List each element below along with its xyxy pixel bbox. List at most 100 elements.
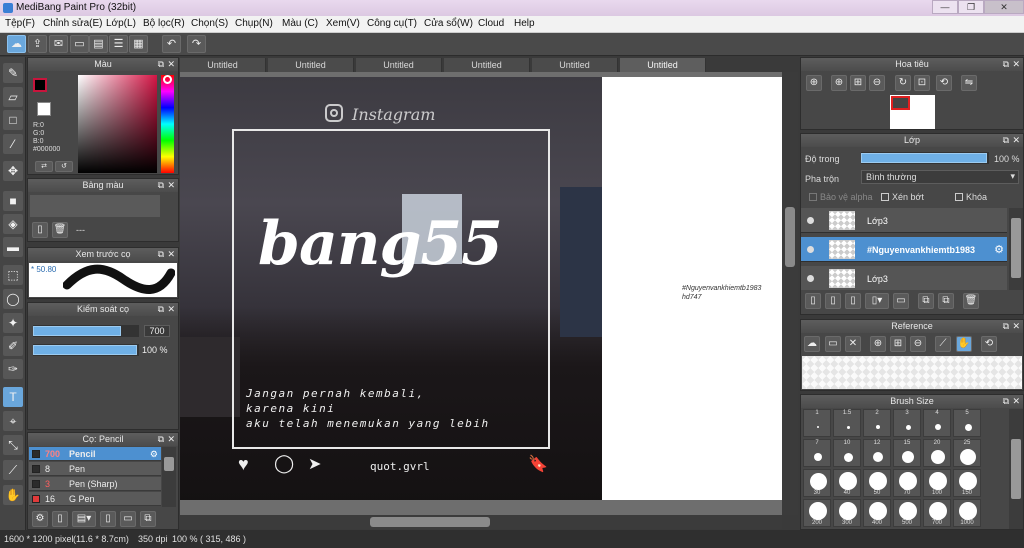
navigator-preview[interactable] (890, 95, 935, 129)
close-icon[interactable]: ✕ (167, 58, 175, 71)
gradient-tool-icon[interactable]: ▬ (3, 237, 23, 257)
brush-list-item[interactable]: 3 Pen (Sharp) (29, 477, 161, 491)
brush-size-scrollbar[interactable] (1009, 409, 1023, 529)
new-layer-icon[interactable]: ▯ (805, 293, 821, 309)
blend-mode-select[interactable]: Bình thường ▾ (861, 170, 1019, 184)
brush-tool-icon[interactable]: ✎ (3, 63, 23, 83)
fit-icon[interactable]: ⊞ (850, 75, 866, 91)
close-button[interactable]: ✕ (984, 0, 1024, 14)
clip-checkbox[interactable] (881, 193, 889, 201)
layer-opacity-track[interactable] (861, 152, 989, 164)
brush-duplicate-icon[interactable]: ⧉ (140, 511, 156, 527)
layer-row[interactable]: #Nguyenvankhiemtb1983 ⚙ (801, 237, 1007, 262)
menu-layer[interactable]: Lớp(L) (106, 18, 136, 29)
menu-window[interactable]: Cửa sổ(W) (424, 18, 473, 29)
brush-size-cell[interactable]: 15 (893, 439, 921, 467)
lock-checkbox[interactable] (955, 193, 963, 201)
brush-size-cell[interactable]: 4 (923, 409, 951, 437)
select-pen-icon[interactable]: ✐ (3, 336, 23, 356)
upload-icon[interactable]: ⇪ (28, 35, 47, 53)
operation-tool-icon[interactable]: ⌖ (3, 411, 23, 431)
brush-size-track[interactable] (33, 325, 139, 337)
new-palette-icon[interactable]: ▯ (32, 222, 48, 238)
brush-size-cell[interactable]: 400 (863, 499, 891, 527)
brush-size-cell[interactable]: 200 (803, 499, 831, 527)
menu-file[interactable]: Tệp(F) (5, 18, 35, 29)
move-tool-icon[interactable]: ✥ (3, 161, 23, 181)
undock-icon[interactable]: ⧉ (158, 433, 164, 446)
reference-cloud-icon[interactable]: ☁ (804, 336, 820, 352)
close-icon[interactable]: ✕ (167, 303, 175, 316)
undock-icon[interactable]: ⧉ (1003, 395, 1009, 408)
eyedropper-tool-icon[interactable]: ⤡ (3, 435, 23, 455)
select-eraser-icon[interactable]: ✑ (3, 359, 23, 379)
layer-settings-icon[interactable]: ⚙ (994, 243, 1004, 256)
tab-document[interactable]: Untitled (356, 58, 442, 72)
brush-size-cell[interactable]: 1000 (953, 499, 981, 527)
reference-zoom-in-icon[interactable]: ⊕ (870, 336, 886, 352)
brush-size-cell[interactable]: 12 (863, 439, 891, 467)
swap-color-icon[interactable]: ⇄ (35, 161, 53, 172)
brush-list-scrollbar[interactable] (162, 447, 176, 507)
layer-opacity-slider[interactable] (861, 153, 987, 163)
hand-tool-icon[interactable]: ✋ (3, 485, 23, 505)
brush-size-cell[interactable]: 5 (953, 409, 981, 437)
menu-capture[interactable]: Chụp(N) (235, 18, 273, 29)
menu-filter[interactable]: Bộ lọc(R) (143, 18, 185, 29)
brush-size-cell[interactable]: 70 (893, 469, 921, 497)
hue-handle[interactable] (163, 75, 172, 84)
background-color-swatch[interactable] (37, 102, 51, 116)
merge-layer-icon[interactable]: ⧉ (938, 293, 954, 309)
brush-size-cell[interactable]: 7 (803, 439, 831, 467)
brush-copy-icon[interactable]: ▯ (100, 511, 116, 527)
layer-row[interactable]: Lớp3 (801, 208, 1007, 233)
reference-zoom-out-icon[interactable]: ⊖ (910, 336, 926, 352)
new-8bit-layer-icon[interactable]: ▯ (845, 293, 861, 309)
undock-icon[interactable]: ⧉ (158, 58, 164, 71)
duplicate-layer-icon[interactable]: ⧉ (918, 293, 934, 309)
brush-list-item[interactable]: 700 Pencil ⚙ (29, 447, 161, 461)
close-icon[interactable]: ✕ (1012, 134, 1020, 147)
undock-icon[interactable]: ⧉ (158, 303, 164, 316)
brush-list-item[interactable]: 16 G Pen (29, 492, 161, 506)
brush-size-cell[interactable]: 150 (953, 469, 981, 497)
list-icon[interactable]: ☰ (109, 35, 128, 53)
brush-size-cell[interactable]: 20 (923, 439, 951, 467)
delete-palette-icon[interactable]: 🗑 (52, 222, 68, 238)
cloud-icon[interactable]: ☁ (7, 35, 26, 53)
brush-size-cell[interactable]: 10 (833, 439, 861, 467)
lasso-tool-icon[interactable]: ◯ (3, 289, 23, 309)
layer-folder-icon[interactable]: ▭ (893, 293, 909, 309)
reference-rotate-icon[interactable]: ⟲ (981, 336, 997, 352)
layer-menu-icon[interactable]: ▯▾ (865, 293, 889, 309)
tab-document-active[interactable]: Untitled (620, 58, 706, 72)
canvas-area[interactable]: Instagram bang55 Jangan pernah kembali, … (180, 72, 782, 515)
undock-icon[interactable]: ⧉ (1003, 58, 1009, 71)
select-tool-icon[interactable]: ⬚ (3, 265, 23, 285)
document-icon[interactable]: ▤ (89, 35, 108, 53)
zoom-in-icon[interactable]: ⊕ (831, 75, 847, 91)
close-icon[interactable]: ✕ (1012, 58, 1020, 71)
close-icon[interactable]: ✕ (167, 433, 175, 446)
zoom-out-icon[interactable]: ⊖ (869, 75, 885, 91)
fit-screen-icon[interactable]: ⊡ (914, 75, 930, 91)
layer-scrollbar[interactable] (1009, 208, 1023, 290)
undo-icon[interactable]: ↶ (162, 35, 181, 53)
reference-open-icon[interactable]: ▭ (825, 336, 841, 352)
brush-folder-icon[interactable]: ▭ (120, 511, 136, 527)
reset-color-icon[interactable]: ↺ (55, 161, 73, 172)
brush-settings-icon[interactable]: ⚙ (150, 447, 158, 461)
brush-size-cell[interactable]: 40 (833, 469, 861, 497)
brush-size-slider[interactable] (33, 326, 122, 336)
rotate-icon[interactable]: ↻ (895, 75, 911, 91)
brush-size-cell[interactable]: 700 (923, 499, 951, 527)
reference-fit-icon[interactable]: ⊞ (890, 336, 906, 352)
text-tool-icon[interactable]: T (3, 387, 23, 407)
new-halftone-layer-icon[interactable]: ▯ (825, 293, 841, 309)
eye-icon[interactable] (807, 275, 814, 282)
brush-size-cell[interactable]: 1 (803, 409, 831, 437)
dot-tool-icon[interactable]: ⁄ (3, 134, 23, 154)
undock-icon[interactable]: ⧉ (1003, 134, 1009, 147)
minimize-button[interactable]: — (932, 0, 958, 14)
eraser-tool-icon[interactable]: ▱ (3, 87, 23, 107)
